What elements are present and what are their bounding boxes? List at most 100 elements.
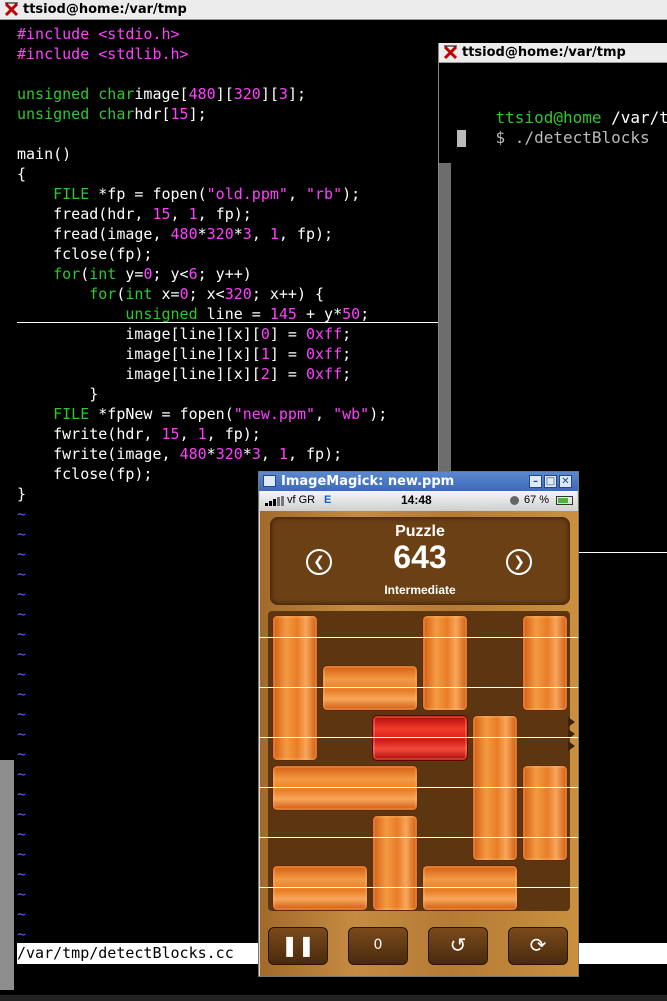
code-token: 320 — [206, 225, 234, 243]
block-vertical[interactable] — [372, 815, 418, 911]
code-token: * — [242, 445, 252, 463]
minimize-button[interactable]: – — [529, 475, 542, 488]
empty-line-tilde: ~ — [17, 925, 27, 943]
maximize-button[interactable]: □ — [544, 475, 557, 488]
code-token: ; — [360, 305, 370, 323]
undo-icon[interactable]: ↺ — [428, 927, 488, 965]
code-token: ; — [342, 345, 352, 363]
code-token: 0xff — [306, 365, 343, 383]
code-token: "old.ppm" — [206, 185, 288, 203]
battery-percent: 67 % — [524, 494, 550, 506]
code-line: unsigned charhdr[15]; — [17, 104, 207, 124]
code-token: fread(hdr, — [17, 205, 153, 223]
block-horizontal[interactable] — [322, 665, 418, 711]
empty-line-tilde: ~ — [17, 545, 27, 563]
code-token: main() — [17, 145, 72, 163]
empty-line-tilde: ~ — [17, 705, 27, 723]
code-token: ]; — [287, 85, 306, 103]
empty-line-tilde: ~ — [17, 645, 27, 663]
x-window-icon — [443, 45, 458, 60]
empty-line-tilde: ~ — [17, 765, 27, 783]
code-line: image[line][x][1] = 0xff; — [17, 344, 351, 364]
code-line: fwrite(image, 480*320*3, 1, fp); — [17, 444, 342, 464]
code-token: , fp); — [287, 445, 343, 463]
code-token: ; x< — [188, 285, 225, 303]
game-screen: Puzzle 643 Intermediate ❮ ❯ ❚❚ 0 ↺ ⟳ — [260, 511, 578, 976]
code-token: , — [260, 445, 279, 463]
empty-line-tilde: ~ — [17, 885, 27, 903]
empty-line-tilde: ~ — [17, 785, 27, 803]
empty-line-tilde: ~ — [17, 525, 27, 543]
second-terminal-titlebar[interactable]: ttsiod@home:/var/tmp — [439, 43, 667, 63]
code-line: fread(hdr, 15, 1, fp); — [17, 204, 252, 224]
block-vertical[interactable] — [522, 765, 568, 861]
code-token: "rb" — [306, 185, 343, 203]
empty-line-tilde: ~ — [17, 745, 27, 763]
code-token: <stdlib.h> — [98, 45, 189, 63]
scanline — [259, 637, 578, 638]
puzzle-header-panel: Puzzle 643 Intermediate ❮ ❯ — [270, 517, 570, 605]
code-token: , — [315, 405, 334, 423]
code-token: ); — [342, 185, 361, 203]
block-horizontal[interactable] — [272, 865, 368, 911]
code-token: fwrite(hdr, — [17, 425, 162, 443]
code-token: ; — [342, 365, 352, 383]
empty-line-tilde: ~ — [17, 585, 27, 603]
code-token: + y* — [296, 305, 343, 323]
code-token: *fpNew = fopen( — [89, 405, 234, 423]
vim-statusline: /var/tmp/detectBlocks.cc — [17, 943, 258, 964]
scanline — [259, 837, 578, 838]
chevron-left-icon[interactable]: ❮ — [306, 549, 332, 575]
code-line: FILE *fp = fopen("old.ppm", "rb"); — [17, 184, 360, 204]
imagemagick-titlebar[interactable]: ImageMagick: new.ppm – □ ✕ — [259, 472, 578, 491]
code-token: 480 — [170, 225, 198, 243]
code-token: int — [125, 285, 153, 303]
code-token: fclose(fp); — [17, 245, 153, 263]
code-line: } — [17, 484, 26, 504]
code-token: 1 — [197, 425, 207, 443]
imagemagick-window[interactable]: ImageMagick: new.ppm – □ ✕ vf GR E 14:48… — [258, 471, 579, 977]
code-token: hdr[ — [134, 105, 171, 123]
block-vertical[interactable] — [422, 615, 468, 711]
code-token: * — [206, 445, 216, 463]
code-line: image[line][x][2] = 0xff; — [17, 364, 351, 384]
code-token: fclose(fp); — [17, 465, 153, 483]
code-token: x= — [152, 285, 180, 303]
code-line: fwrite(hdr, 15, 1, fp); — [17, 424, 261, 444]
code-token: image[ — [134, 85, 189, 103]
red-target-block[interactable] — [372, 715, 468, 761]
code-line: unsigned charimage[480][320][3]; — [17, 84, 306, 104]
restart-icon[interactable]: ⟳ — [508, 927, 568, 965]
chevron-right-icon[interactable]: ❯ — [506, 549, 532, 575]
code-token: } — [17, 485, 27, 503]
hint-icon[interactable]: 0 — [348, 927, 408, 965]
vim-statusline-right — [579, 943, 667, 964]
empty-line-tilde: ~ — [17, 505, 27, 523]
code-token: ; x++) { — [251, 285, 325, 303]
block-horizontal[interactable] — [272, 765, 418, 811]
close-button[interactable]: ✕ — [559, 475, 572, 488]
hint-count: 0 — [373, 937, 383, 953]
main-scrollbar[interactable] — [0, 760, 14, 990]
block-vertical[interactable] — [522, 615, 568, 711]
cursor-line — [17, 322, 440, 323]
code-line: } — [17, 384, 98, 404]
difficulty-label: Intermediate — [384, 583, 456, 597]
scanline — [259, 737, 578, 738]
x-window-icon — [4, 2, 19, 17]
empty-line-tilde: ~ — [17, 625, 27, 643]
code-token: { — [17, 165, 27, 183]
code-token: ; — [342, 325, 352, 343]
block-horizontal[interactable] — [422, 865, 518, 911]
puzzle-board — [268, 611, 570, 911]
code-line: unsigned line = 145 + y*50; — [17, 304, 369, 324]
code-token: 1 — [188, 205, 198, 223]
code-token: , — [170, 205, 189, 223]
pause-icon[interactable]: ❚❚ — [268, 927, 328, 965]
imagemagick-app-icon — [263, 475, 276, 487]
carrier-name: vf GR — [287, 494, 316, 506]
battery-icon — [556, 496, 573, 505]
main-terminal-titlebar[interactable]: ttsiod@home:/var/tmp — [0, 0, 667, 20]
